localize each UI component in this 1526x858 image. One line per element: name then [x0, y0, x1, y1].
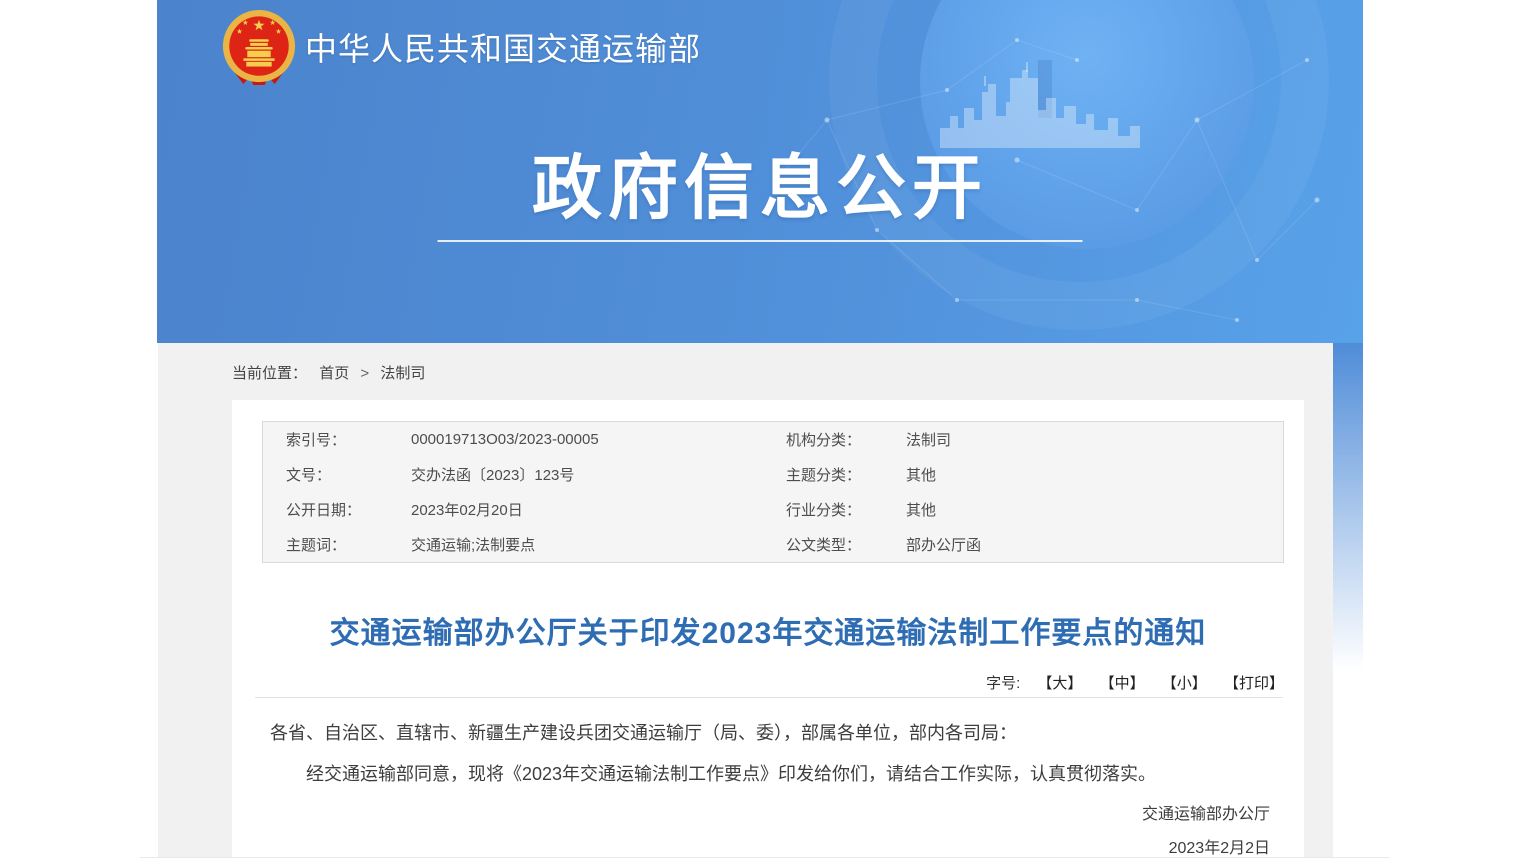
header-fade-strip — [1333, 343, 1363, 763]
article-paragraph-body: 经交通运输部同意，现将《2023年交通运输法制工作要点》印发给你们，请结合工作实… — [270, 761, 1270, 787]
breadcrumb: 当前位置： 首页 > 法制司 — [232, 362, 425, 383]
meta-value: 交通运输;法制要点 — [411, 534, 786, 555]
meta-label: 主题分类： — [786, 464, 906, 485]
meta-row-keywords: 主题词： 交通运输;法制要点 公文类型： 部办公厅函 — [263, 527, 1283, 562]
meta-label: 文号： — [286, 464, 411, 485]
meta-label: 公开日期： — [286, 499, 411, 520]
article-paragraph-recipients: 各省、自治区、直辖市、新疆生产建设兵团交通运输厅（局、委），部属各单位，部内各司… — [270, 720, 1270, 746]
meta-value: 交办法函〔2023〕123号 — [411, 464, 786, 485]
font-medium-button[interactable]: 【中】 — [1100, 675, 1145, 692]
meta-row-publish-date: 公开日期： 2023年02月20日 行业分类： 其他 — [263, 492, 1283, 527]
meta-label: 公文类型： — [786, 534, 906, 555]
meta-value: 法制司 — [906, 429, 1283, 450]
meta-value: 部办公厅函 — [906, 534, 1283, 555]
breadcrumb-label: 当前位置： — [232, 365, 307, 382]
article-title: 交通运输部办公厅关于印发2023年交通运输法制工作要点的通知 — [232, 608, 1304, 652]
meta-row-index-number: 索引号： 000019713O03/2023-00005 机构分类： 法制司 — [263, 422, 1283, 457]
meta-label: 行业分类： — [786, 499, 906, 520]
font-large-button[interactable]: 【大】 — [1037, 675, 1082, 692]
meta-value: 2023年02月20日 — [411, 499, 786, 520]
breadcrumb-section-link[interactable]: 法制司 — [380, 365, 425, 382]
breadcrumb-separator: > — [360, 365, 369, 382]
article-date: 2023年2月2日 — [1169, 834, 1270, 858]
page-title: 政府信息公开 — [157, 146, 1363, 230]
title-underline — [438, 240, 1083, 242]
meta-row-doc-number: 文号： 交办法函〔2023〕123号 主题分类： 其他 — [263, 457, 1283, 492]
national-emblem-icon — [220, 7, 298, 89]
meta-value: 其他 — [906, 464, 1283, 485]
meta-value: 000019713O03/2023-00005 — [411, 431, 786, 448]
document-meta-table: 索引号： 000019713O03/2023-00005 机构分类： 法制司 文… — [262, 421, 1284, 563]
article-panel: 索引号： 000019713O03/2023-00005 机构分类： 法制司 文… — [232, 400, 1304, 858]
article-signature: 交通运输部办公厅 — [1142, 800, 1270, 824]
title-divider — [255, 697, 1283, 698]
font-size-controls: 字号: 【大】 【中】 【小】 【打印】 — [986, 672, 1284, 693]
meta-label: 索引号： — [286, 429, 411, 450]
print-button[interactable]: 【打印】 — [1224, 675, 1284, 692]
font-size-label: 字号: — [986, 675, 1020, 692]
breadcrumb-home-link[interactable]: 首页 — [319, 365, 349, 382]
header-banner: 中华人民共和国交通运输部 政府信息公开 — [157, 0, 1363, 343]
font-small-button[interactable]: 【小】 — [1162, 675, 1207, 692]
meta-label: 机构分类： — [786, 429, 906, 450]
site-name: 中华人民共和国交通运输部 — [305, 24, 701, 70]
meta-value: 其他 — [906, 499, 1283, 520]
meta-label: 主题词： — [286, 534, 411, 555]
